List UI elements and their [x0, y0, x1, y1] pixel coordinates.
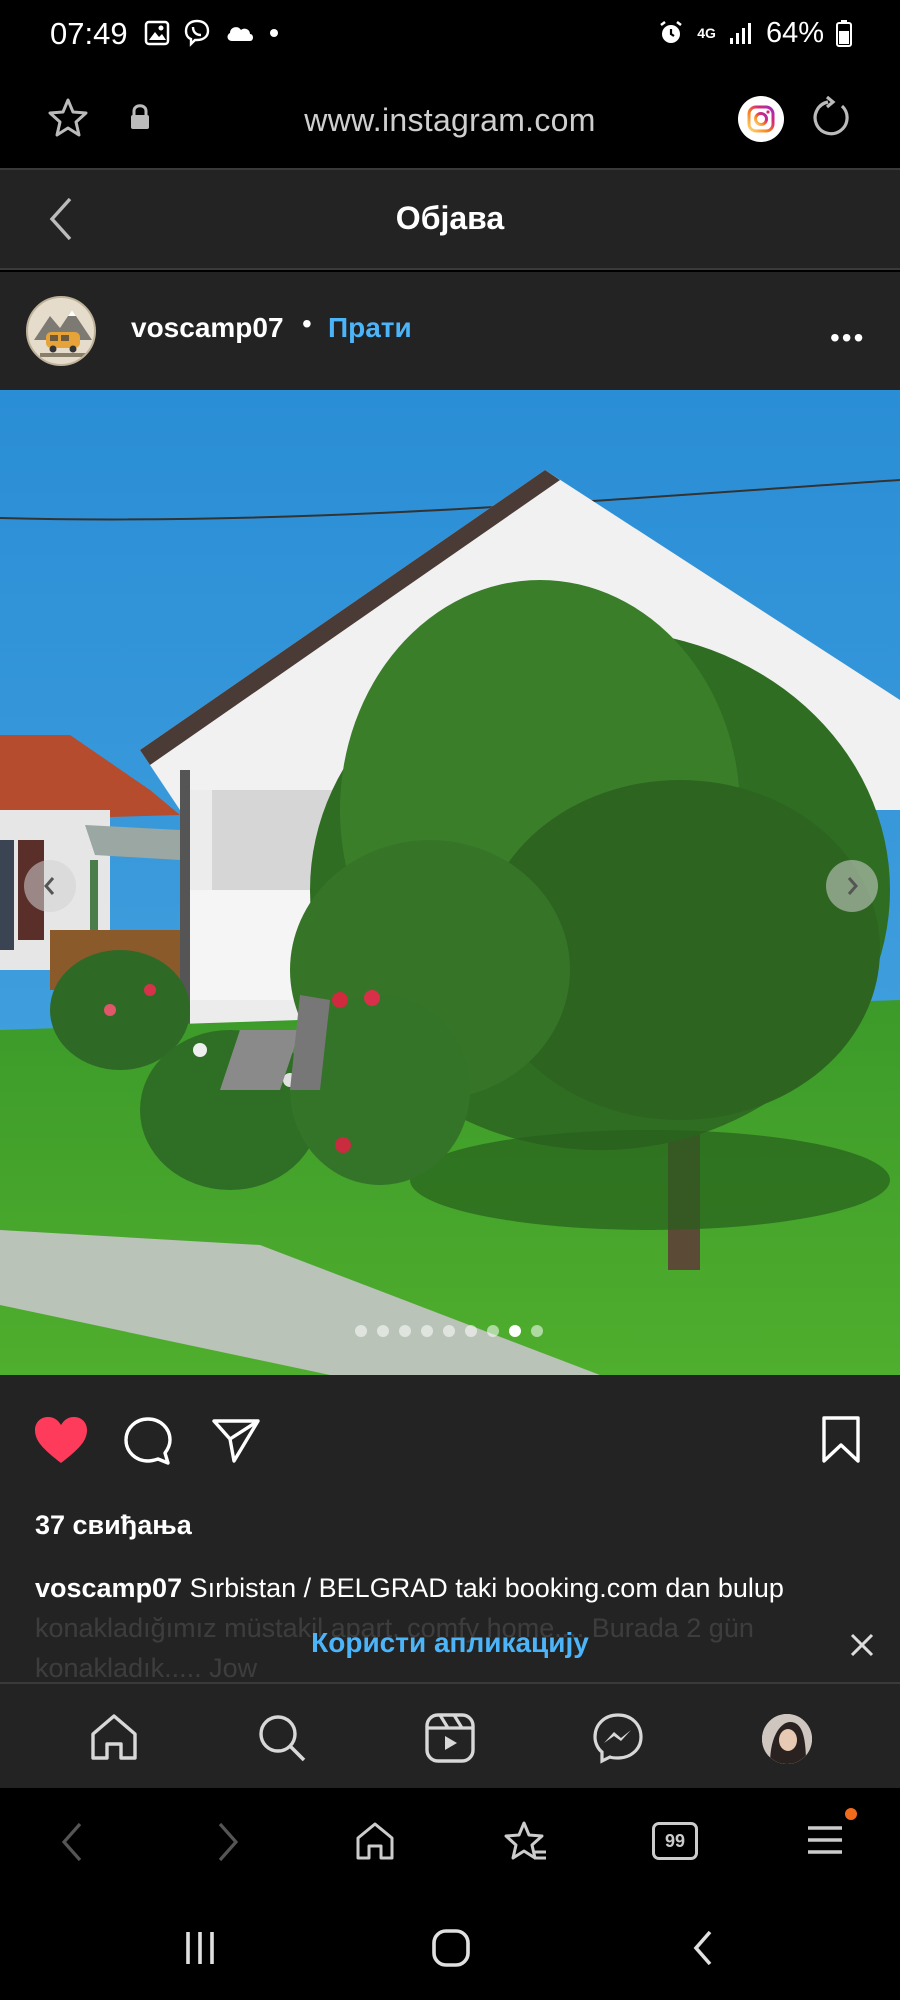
share-icon[interactable] — [210, 1417, 262, 1465]
bookmark-icon[interactable] — [820, 1415, 862, 1465]
carousel-prev-button[interactable] — [24, 860, 76, 912]
chevron-left-icon — [44, 877, 55, 895]
home-icon[interactable] — [431, 1928, 471, 1968]
heart-icon[interactable] — [33, 1415, 89, 1467]
carousel-dot-active — [509, 1325, 521, 1337]
alarm-icon — [660, 21, 683, 43]
carousel-next-button[interactable] — [826, 860, 878, 912]
instagram-icon — [747, 105, 775, 133]
profile-photo — [762, 1714, 812, 1764]
carousel-dot — [355, 1325, 367, 1337]
status-time: 07:49 — [50, 16, 128, 51]
post-photo[interactable] — [0, 390, 900, 1375]
system-navigation-bar — [0, 1898, 900, 2000]
system-icons: 4G 64% — [657, 16, 852, 50]
home-icon[interactable] — [88, 1712, 140, 1762]
likes-count[interactable]: 37 свиђања — [35, 1510, 192, 1541]
gallery-icon — [144, 20, 170, 46]
back-icon[interactable] — [58, 1820, 88, 1864]
notification-badge — [845, 1808, 857, 1820]
browser-toolbar: 99 — [0, 1788, 900, 1898]
reels-icon[interactable] — [424, 1712, 476, 1764]
network-type: 4G — [697, 25, 716, 41]
post-author-row: voscamp07 • Прати ••• — [0, 272, 900, 390]
bookmarks-icon[interactable] — [504, 1820, 548, 1864]
battery-icon — [836, 20, 852, 47]
battery-percent: 64% — [765, 16, 824, 49]
caption: voscamp07 Sırbistan / BELGRAD taki booki… — [35, 1568, 880, 1608]
notification-icons — [144, 16, 280, 50]
carousel-dot — [465, 1325, 477, 1337]
signal-icon — [729, 23, 751, 44]
author-username[interactable]: voscamp07 — [131, 312, 284, 344]
status-bar: 07:49 4G 64% — [0, 0, 900, 66]
viber-icon — [184, 19, 210, 47]
carousel-dot — [487, 1325, 499, 1337]
follow-button[interactable]: Прати — [328, 312, 412, 344]
camp-logo-icon — [34, 310, 92, 357]
carousel-dot — [399, 1325, 411, 1337]
profile-avatar[interactable] — [762, 1714, 812, 1764]
cloud-icon — [227, 27, 253, 41]
comment-icon[interactable] — [122, 1415, 174, 1467]
carousel-dot — [421, 1325, 433, 1337]
instagram-app-button[interactable] — [738, 96, 784, 142]
close-icon[interactable] — [848, 1631, 876, 1659]
carousel-indicator — [355, 1325, 543, 1337]
home-icon[interactable] — [354, 1820, 396, 1862]
carousel-dot — [443, 1325, 455, 1337]
caption-text: Sırbistan / BELGRAD taki booking.com dan… — [189, 1573, 784, 1603]
recents-icon[interactable] — [180, 1928, 220, 1968]
tabs-count: 99 — [664, 1830, 686, 1851]
post-header: Објава — [0, 170, 900, 270]
reload-icon[interactable] — [808, 96, 852, 140]
chevron-right-icon — [847, 877, 858, 895]
instagram-bottom-nav — [0, 1682, 900, 1788]
messenger-icon[interactable] — [592, 1712, 644, 1764]
carousel-dot — [531, 1325, 543, 1337]
page-title: Објава — [395, 200, 505, 236]
more-options-icon[interactable]: ••• — [830, 322, 865, 354]
tabs-button[interactable]: 99 — [652, 1822, 698, 1860]
forward-icon[interactable] — [212, 1820, 242, 1864]
carousel-dot — [377, 1325, 389, 1337]
back-icon[interactable] — [688, 1928, 718, 1968]
photo-image — [0, 390, 900, 1375]
post-actions: 37 свиђања voscamp07 Sırbistan / BELGRAD… — [0, 1375, 900, 1685]
caption-username[interactable]: voscamp07 — [35, 1573, 182, 1603]
author-avatar[interactable] — [26, 296, 96, 366]
menu-icon[interactable] — [806, 1820, 844, 1860]
separator-dot: • — [302, 308, 312, 339]
dot-icon — [270, 29, 278, 37]
search-icon[interactable] — [256, 1712, 308, 1764]
use-app-link[interactable]: Користи апликацију — [0, 1627, 900, 1659]
browser-address-bar: www.instagram.com — [0, 66, 900, 170]
